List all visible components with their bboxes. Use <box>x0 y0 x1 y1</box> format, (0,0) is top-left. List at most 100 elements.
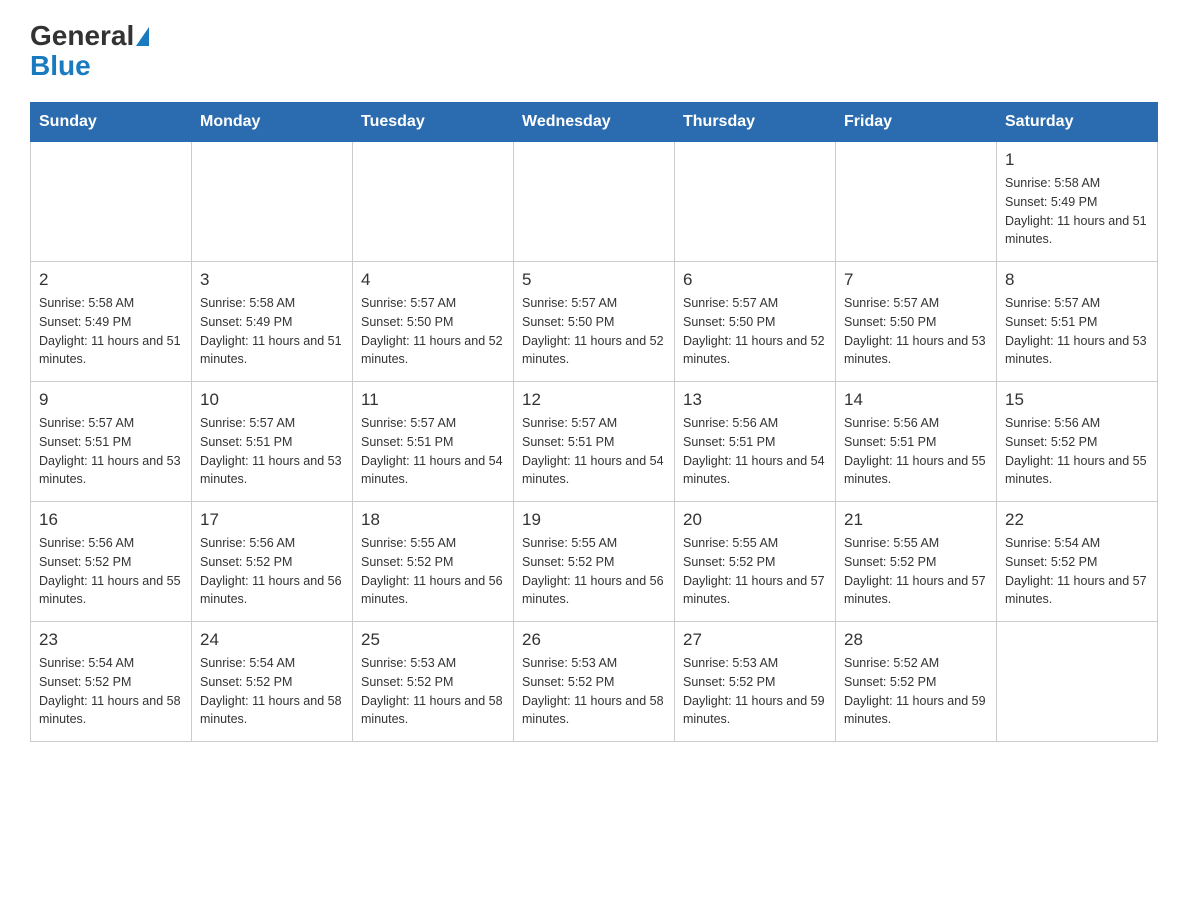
page-header: General Blue <box>30 20 1158 82</box>
day-number: 7 <box>844 270 988 290</box>
calendar-week-row: 16 Sunrise: 5:56 AMSunset: 5:52 PMDayligh… <box>31 502 1158 622</box>
weekday-header-thursday: Thursday <box>675 103 836 142</box>
day-info: Sunrise: 5:57 AMSunset: 5:51 PMDaylight:… <box>39 414 183 489</box>
day-number: 8 <box>1005 270 1149 290</box>
weekday-header-monday: Monday <box>192 103 353 142</box>
calendar-cell: 23 Sunrise: 5:54 AMSunset: 5:52 PMDayligh… <box>31 622 192 742</box>
calendar-cell: 6 Sunrise: 5:57 AMSunset: 5:50 PMDaylight… <box>675 262 836 382</box>
day-number: 5 <box>522 270 666 290</box>
calendar-cell: 9 Sunrise: 5:57 AMSunset: 5:51 PMDaylight… <box>31 382 192 502</box>
calendar-cell: 8Sunrise: 5:57 AMSunset: 5:51 PMDaylight… <box>997 262 1158 382</box>
weekday-header-friday: Friday <box>836 103 997 142</box>
day-info: Sunrise: 5:55 AMSunset: 5:52 PMDaylight:… <box>683 534 827 609</box>
logo-general-text: General <box>30 20 134 52</box>
logo-row1: General <box>30 20 149 52</box>
day-number: 6 <box>683 270 827 290</box>
calendar-cell: 25 Sunrise: 5:53 AMSunset: 5:52 PMDayligh… <box>353 622 514 742</box>
weekday-header-sunday: Sunday <box>31 103 192 142</box>
day-info: Sunrise: 5:57 AMSunset: 5:50 PMDaylight:… <box>683 294 827 369</box>
weekday-header-row: SundayMondayTuesdayWednesdayThursdayFrid… <box>31 103 1158 142</box>
calendar-cell: 12 Sunrise: 5:57 AMSunset: 5:51 PMDayligh… <box>514 382 675 502</box>
day-info: Sunrise: 5:54 AMSunset: 5:52 PMDaylight:… <box>39 654 183 729</box>
day-info: Sunrise: 5:57 AMSunset: 5:50 PMDaylight:… <box>522 294 666 369</box>
day-number: 25 <box>361 630 505 650</box>
calendar-cell: 2 Sunrise: 5:58 AMSunset: 5:49 PMDaylight… <box>31 262 192 382</box>
day-info: Sunrise: 5:55 AMSunset: 5:52 PMDaylight:… <box>361 534 505 609</box>
calendar-cell: 18 Sunrise: 5:55 AMSunset: 5:52 PMDayligh… <box>353 502 514 622</box>
day-info: Sunrise: 5:55 AMSunset: 5:52 PMDaylight:… <box>522 534 666 609</box>
day-number: 23 <box>39 630 183 650</box>
calendar-cell: 1 Sunrise: 5:58 AMSunset: 5:49 PMDaylight… <box>997 142 1158 262</box>
calendar-cell: 26 Sunrise: 5:53 AMSunset: 5:52 PMDayligh… <box>514 622 675 742</box>
calendar-cell: 3 Sunrise: 5:58 AMSunset: 5:49 PMDaylight… <box>192 262 353 382</box>
calendar-cell <box>353 142 514 262</box>
day-info: Sunrise: 5:58 AMSunset: 5:49 PMDaylight:… <box>200 294 344 369</box>
calendar-cell <box>31 142 192 262</box>
calendar-cell: 14Sunrise: 5:56 AMSunset: 5:51 PMDayligh… <box>836 382 997 502</box>
day-number: 17 <box>200 510 344 530</box>
day-info: Sunrise: 5:58 AMSunset: 5:49 PMDaylight:… <box>39 294 183 369</box>
calendar-cell <box>514 142 675 262</box>
calendar-cell <box>997 622 1158 742</box>
day-info: Sunrise: 5:56 AMSunset: 5:51 PMDaylight:… <box>683 414 827 489</box>
day-number: 16 <box>39 510 183 530</box>
calendar-cell: 21 Sunrise: 5:55 AMSunset: 5:52 PMDayligh… <box>836 502 997 622</box>
calendar-cell: 10 Sunrise: 5:57 AMSunset: 5:51 PMDayligh… <box>192 382 353 502</box>
day-info: Sunrise: 5:54 AMSunset: 5:52 PMDaylight:… <box>200 654 344 729</box>
calendar-cell: 7 Sunrise: 5:57 AMSunset: 5:50 PMDaylight… <box>836 262 997 382</box>
calendar-week-row: 2 Sunrise: 5:58 AMSunset: 5:49 PMDaylight… <box>31 262 1158 382</box>
day-info: Sunrise: 5:56 AMSunset: 5:52 PMDaylight:… <box>1005 414 1149 489</box>
day-info: Sunrise: 5:53 AMSunset: 5:52 PMDaylight:… <box>522 654 666 729</box>
day-info: Sunrise: 5:56 AMSunset: 5:52 PMDaylight:… <box>39 534 183 609</box>
weekday-header-tuesday: Tuesday <box>353 103 514 142</box>
day-number: 2 <box>39 270 183 290</box>
day-number: 22 <box>1005 510 1149 530</box>
day-number: 18 <box>361 510 505 530</box>
calendar-table: SundayMondayTuesdayWednesdayThursdayFrid… <box>30 102 1158 742</box>
day-info: Sunrise: 5:57 AMSunset: 5:51 PMDaylight:… <box>522 414 666 489</box>
day-number: 4 <box>361 270 505 290</box>
day-number: 1 <box>1005 150 1149 170</box>
day-number: 10 <box>200 390 344 410</box>
day-info: Sunrise: 5:52 AMSunset: 5:52 PMDaylight:… <box>844 654 988 729</box>
calendar-cell: 19 Sunrise: 5:55 AMSunset: 5:52 PMDayligh… <box>514 502 675 622</box>
day-number: 21 <box>844 510 988 530</box>
day-info: Sunrise: 5:57 AMSunset: 5:50 PMDaylight:… <box>844 294 988 369</box>
weekday-header-saturday: Saturday <box>997 103 1158 142</box>
calendar-week-row: 9 Sunrise: 5:57 AMSunset: 5:51 PMDaylight… <box>31 382 1158 502</box>
day-info: Sunrise: 5:53 AMSunset: 5:52 PMDaylight:… <box>361 654 505 729</box>
day-number: 28 <box>844 630 988 650</box>
calendar-cell: 24Sunrise: 5:54 AMSunset: 5:52 PMDayligh… <box>192 622 353 742</box>
calendar-week-row: 1 Sunrise: 5:58 AMSunset: 5:49 PMDaylight… <box>31 142 1158 262</box>
day-number: 26 <box>522 630 666 650</box>
logo: General Blue <box>30 20 149 82</box>
day-number: 3 <box>200 270 344 290</box>
calendar-cell: 27 Sunrise: 5:53 AMSunset: 5:52 PMDayligh… <box>675 622 836 742</box>
calendar-cell: 15 Sunrise: 5:56 AMSunset: 5:52 PMDayligh… <box>997 382 1158 502</box>
day-info: Sunrise: 5:57 AMSunset: 5:50 PMDaylight:… <box>361 294 505 369</box>
day-number: 27 <box>683 630 827 650</box>
day-info: Sunrise: 5:58 AMSunset: 5:49 PMDaylight:… <box>1005 174 1149 249</box>
day-number: 11 <box>361 390 505 410</box>
calendar-cell <box>675 142 836 262</box>
calendar-cell <box>192 142 353 262</box>
day-number: 19 <box>522 510 666 530</box>
calendar-week-row: 23 Sunrise: 5:54 AMSunset: 5:52 PMDayligh… <box>31 622 1158 742</box>
calendar-cell <box>836 142 997 262</box>
day-info: Sunrise: 5:53 AMSunset: 5:52 PMDaylight:… <box>683 654 827 729</box>
day-number: 12 <box>522 390 666 410</box>
day-number: 20 <box>683 510 827 530</box>
day-info: Sunrise: 5:55 AMSunset: 5:52 PMDaylight:… <box>844 534 988 609</box>
day-number: 15 <box>1005 390 1149 410</box>
day-info: Sunrise: 5:57 AMSunset: 5:51 PMDaylight:… <box>361 414 505 489</box>
day-info: Sunrise: 5:57 AMSunset: 5:51 PMDaylight:… <box>200 414 344 489</box>
day-number: 13 <box>683 390 827 410</box>
day-number: 14 <box>844 390 988 410</box>
logo-blue-label: Blue <box>30 50 91 82</box>
day-info: Sunrise: 5:54 AMSunset: 5:52 PMDaylight:… <box>1005 534 1149 609</box>
calendar-cell: 11 Sunrise: 5:57 AMSunset: 5:51 PMDayligh… <box>353 382 514 502</box>
day-number: 9 <box>39 390 183 410</box>
calendar-cell: 22 Sunrise: 5:54 AMSunset: 5:52 PMDayligh… <box>997 502 1158 622</box>
calendar-cell: 16 Sunrise: 5:56 AMSunset: 5:52 PMDayligh… <box>31 502 192 622</box>
weekday-header-wednesday: Wednesday <box>514 103 675 142</box>
